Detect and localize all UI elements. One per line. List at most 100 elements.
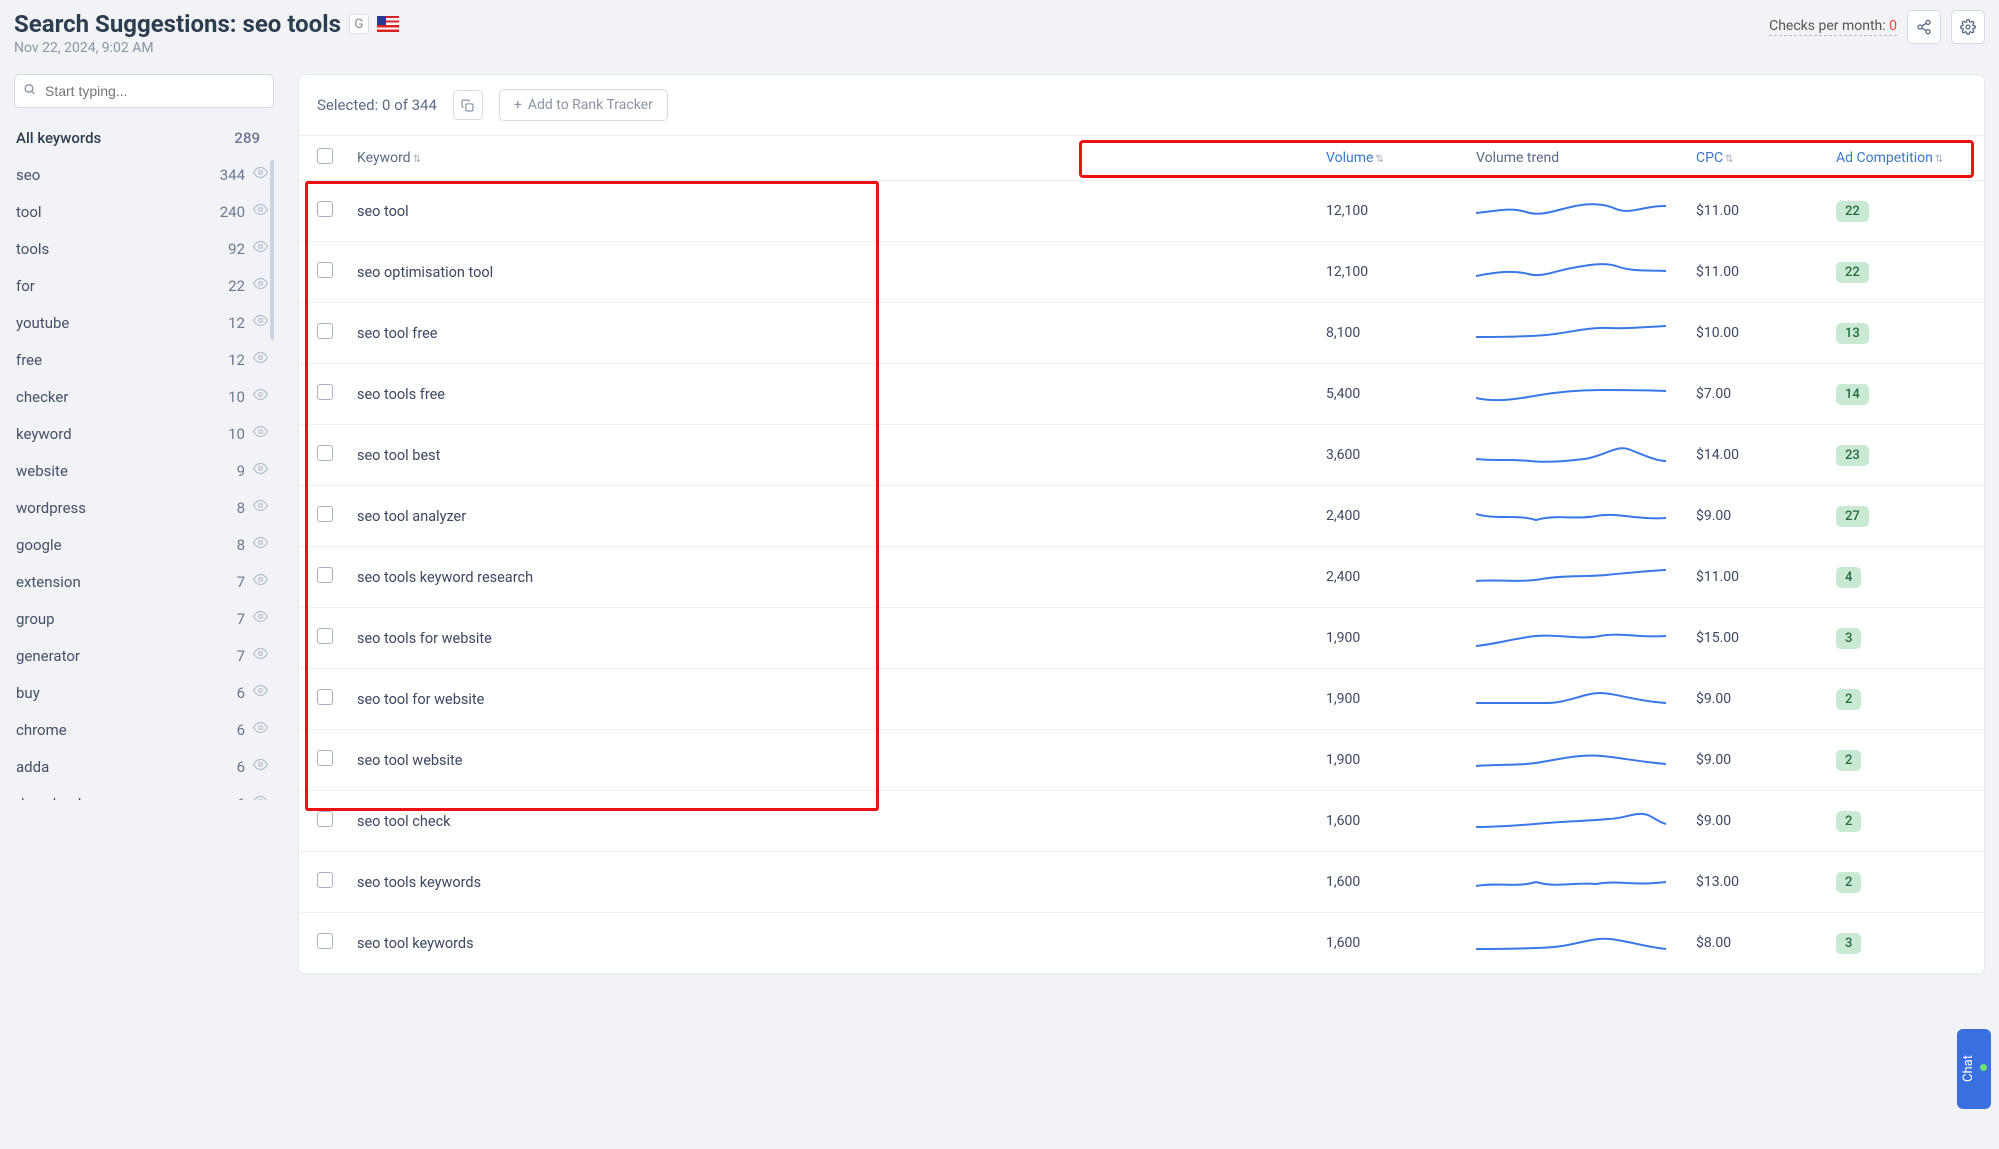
sidebar-filter-item[interactable]: chrome 6 (14, 711, 274, 748)
sidebar-filter-item[interactable]: google 8 (14, 526, 274, 563)
row-checkbox[interactable] (317, 628, 333, 644)
table-row[interactable]: seo tool website 1,900 $9.00 2 (299, 730, 1984, 791)
table-row[interactable]: seo tool keywords 1,600 $8.00 3 (299, 913, 1984, 974)
sidebar-all-keywords[interactable]: All keywords 289 (14, 120, 274, 156)
eye-icon[interactable] (253, 646, 268, 665)
row-checkbox[interactable] (317, 262, 333, 278)
sidebar-item-count: 8 (217, 536, 245, 554)
sidebar-filter-item[interactable]: download 6 (14, 785, 274, 800)
cell-keyword: seo tool free (357, 325, 1326, 342)
row-checkbox[interactable] (317, 323, 333, 339)
sidebar-filter-item[interactable]: generator 7 (14, 637, 274, 674)
row-checkbox[interactable] (317, 384, 333, 400)
sidebar-item-label: google (16, 536, 217, 554)
table-row[interactable]: seo tool check 1,600 $9.00 2 (299, 791, 1984, 852)
sidebar-item-label: for (16, 277, 217, 295)
settings-button[interactable] (1951, 10, 1985, 44)
chat-widget[interactable]: Chat (1957, 1029, 1991, 1109)
add-to-rank-tracker-button[interactable]: + Add to Rank Tracker (499, 89, 668, 121)
sidebar-item-label: checker (16, 388, 217, 406)
sidebar-filter-item[interactable]: website 9 (14, 452, 274, 489)
us-flag-icon (377, 16, 399, 32)
eye-icon[interactable] (253, 461, 268, 480)
cell-ad-competition: 2 (1836, 811, 1966, 832)
eye-icon[interactable] (253, 720, 268, 739)
sidebar-filter-item[interactable]: youtube 12 (14, 304, 274, 341)
eye-icon[interactable] (253, 609, 268, 628)
sidebar-search-input[interactable] (14, 74, 274, 108)
sidebar-filter-item[interactable]: checker 10 (14, 378, 274, 415)
row-checkbox[interactable] (317, 872, 333, 888)
eye-icon[interactable] (253, 239, 268, 258)
sidebar-item-label: tool (16, 203, 217, 221)
cell-ad-competition: 3 (1836, 628, 1966, 649)
table-row[interactable]: seo tool free 8,100 $10.00 13 (299, 303, 1984, 364)
eye-icon[interactable] (253, 424, 268, 443)
copy-button[interactable] (453, 90, 483, 120)
row-checkbox[interactable] (317, 201, 333, 217)
sidebar-filter-item[interactable]: tools 92 (14, 230, 274, 267)
table-row[interactable]: seo optimisation tool 12,100 $11.00 22 (299, 242, 1984, 303)
eye-icon[interactable] (253, 757, 268, 776)
eye-icon[interactable] (253, 387, 268, 406)
row-checkbox[interactable] (317, 933, 333, 949)
cell-ad-competition: 22 (1836, 201, 1966, 222)
share-button[interactable] (1907, 10, 1941, 44)
eye-icon[interactable] (253, 535, 268, 554)
cell-volume: 1,900 (1326, 752, 1476, 768)
row-checkbox[interactable] (317, 567, 333, 583)
sidebar-item-label: free (16, 351, 217, 369)
sidebar-filter-item[interactable]: seo 344 (14, 156, 274, 193)
cell-ad-competition: 2 (1836, 750, 1966, 771)
table-row[interactable]: seo tool 12,100 $11.00 22 (299, 181, 1984, 242)
sidebar-filter-item[interactable]: group 7 (14, 600, 274, 637)
cell-trend (1476, 866, 1696, 898)
sidebar-filter-item[interactable]: buy 6 (14, 674, 274, 711)
table-row[interactable]: seo tools keywords 1,600 $13.00 2 (299, 852, 1984, 913)
eye-icon[interactable] (253, 498, 268, 517)
sidebar-item-count: 344 (217, 166, 245, 184)
table-row[interactable]: seo tools for website 1,900 $15.00 3 (299, 608, 1984, 669)
cell-ad-competition: 3 (1836, 933, 1966, 954)
sidebar-filter-item[interactable]: for 22 (14, 267, 274, 304)
eye-icon[interactable] (253, 276, 268, 295)
sidebar-item-label: wordpress (16, 499, 217, 517)
table-row[interactable]: seo tool analyzer 2,400 $9.00 27 (299, 486, 1984, 547)
eye-icon[interactable] (253, 794, 268, 800)
cell-volume: 8,100 (1326, 325, 1476, 341)
plus-icon: + (514, 97, 522, 113)
eye-icon[interactable] (253, 313, 268, 332)
sidebar-filter-item[interactable]: free 12 (14, 341, 274, 378)
cell-trend (1476, 561, 1696, 593)
eye-icon[interactable] (253, 165, 268, 184)
cell-ad-competition: 2 (1836, 872, 1966, 893)
table-row[interactable]: seo tools free 5,400 $7.00 14 (299, 364, 1984, 425)
table-row[interactable]: seo tools keyword research 2,400 $11.00 … (299, 547, 1984, 608)
table-row[interactable]: seo tool best 3,600 $14.00 23 (299, 425, 1984, 486)
row-checkbox[interactable] (317, 506, 333, 522)
sidebar-item-label: group (16, 610, 217, 628)
selection-count: Selected: 0 of 344 (317, 96, 437, 114)
sidebar-filter-item[interactable]: adda 6 (14, 748, 274, 785)
row-checkbox[interactable] (317, 689, 333, 705)
sidebar-filter-item[interactable]: wordpress 8 (14, 489, 274, 526)
cell-trend (1476, 439, 1696, 471)
sidebar-filter-item[interactable]: extension 7 (14, 563, 274, 600)
sidebar-item-label: download (16, 795, 217, 801)
sidebar-filter-item[interactable]: keyword 10 (14, 415, 274, 452)
eye-icon[interactable] (253, 683, 268, 702)
cell-cpc: $9.00 (1696, 508, 1836, 524)
sidebar-filter-item[interactable]: tool 240 (14, 193, 274, 230)
row-checkbox[interactable] (317, 750, 333, 766)
cell-volume: 5,400 (1326, 386, 1476, 402)
row-checkbox[interactable] (317, 811, 333, 827)
eye-icon[interactable] (253, 572, 268, 591)
sidebar-item-label: seo (16, 166, 217, 184)
row-checkbox[interactable] (317, 445, 333, 461)
sidebar-item-label: website (16, 462, 217, 480)
table-row[interactable]: seo tool for website 1,900 $9.00 2 (299, 669, 1984, 730)
eye-icon[interactable] (253, 350, 268, 369)
sidebar-item-label: tools (16, 240, 217, 258)
eye-icon[interactable] (253, 202, 268, 221)
select-all-checkbox[interactable] (317, 148, 333, 164)
